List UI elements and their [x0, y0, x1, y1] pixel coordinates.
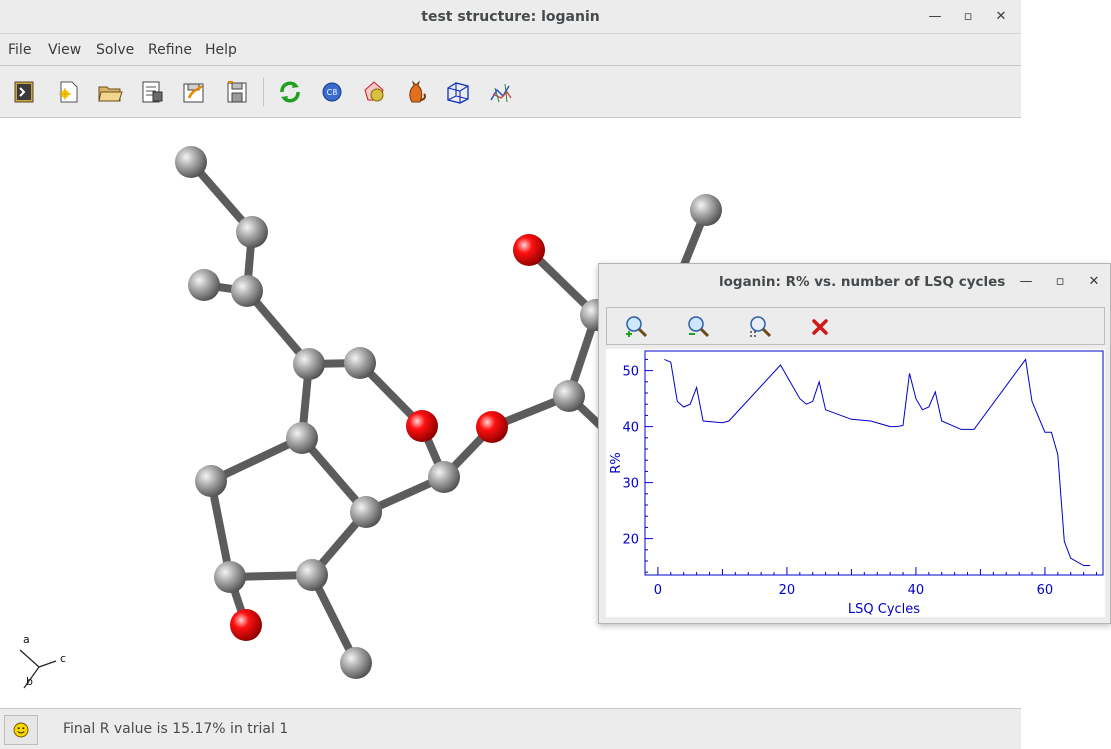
- y-axis-label: R%: [609, 452, 624, 473]
- titlebar: test structure: loganin — ▫ ✕: [0, 0, 1021, 34]
- menu-refine[interactable]: Refine: [148, 42, 192, 58]
- close-red-icon[interactable]: [807, 314, 833, 340]
- menu-view[interactable]: View: [48, 42, 81, 58]
- fragment-icon[interactable]: [487, 78, 515, 106]
- save-as-icon[interactable]: [180, 78, 208, 106]
- menu-help[interactable]: Help: [205, 42, 237, 58]
- x-tick-label: 20: [779, 583, 796, 598]
- grow-icon[interactable]: [360, 78, 388, 106]
- properties-icon[interactable]: [138, 78, 166, 106]
- statusbar: Final R value is 15.17% in trial 1: [0, 708, 1021, 749]
- x-tick-label: 0: [654, 583, 662, 598]
- y-tick-label: 20: [622, 533, 639, 548]
- menu-file[interactable]: File: [8, 42, 31, 58]
- plot-maximize-button[interactable]: ▫: [1051, 273, 1069, 291]
- cat-icon[interactable]: [402, 78, 430, 106]
- axis-label-c: c: [60, 652, 66, 665]
- smiley-icon: [13, 722, 29, 738]
- menubar: File View Solve Refine Help: [0, 34, 1021, 66]
- x-tick-label: 60: [1037, 583, 1054, 598]
- window-title: test structure: loganin: [421, 9, 600, 25]
- r-vs-cycles-chart[interactable]: 0 20 40 60 20 30 40 50 LSQ Cycles R%: [606, 349, 1105, 617]
- toolbar: C8: [0, 66, 1021, 118]
- series-line: [664, 358, 1091, 566]
- plot-window-title: loganin: R% vs. number of LSQ cycles: [719, 274, 1006, 290]
- toolbar-separator: [263, 78, 264, 106]
- open-terminal-icon[interactable]: [11, 78, 39, 106]
- plot-frame: [644, 350, 1104, 576]
- x-axis-label: LSQ Cycles: [848, 602, 920, 617]
- axis-label-b: b: [26, 675, 33, 688]
- new-file-icon[interactable]: [54, 78, 82, 106]
- refresh-icon[interactable]: [276, 78, 304, 106]
- plot-titlebar: loganin: R% vs. number of LSQ cycles — ▫…: [599, 264, 1110, 300]
- close-button[interactable]: ✕: [992, 8, 1010, 26]
- maximize-button[interactable]: ▫: [959, 8, 977, 26]
- menu-solve[interactable]: Solve: [96, 42, 134, 58]
- status-icon-button[interactable]: [4, 715, 38, 745]
- zoom-reset-icon[interactable]: [747, 314, 773, 340]
- plot-close-button[interactable]: ✕: [1085, 273, 1103, 291]
- save-icon[interactable]: [223, 78, 251, 106]
- svg-text:C8: C8: [327, 88, 338, 97]
- cb-icon[interactable]: C8: [318, 78, 346, 106]
- x-tick-label: 40: [908, 583, 925, 598]
- cell-icon[interactable]: [444, 78, 472, 106]
- zoom-in-icon[interactable]: [623, 314, 649, 340]
- status-message: Final R value is 15.17% in trial 1: [63, 721, 289, 737]
- y-tick-label: 30: [622, 477, 639, 492]
- axis-label-a: a: [23, 633, 30, 646]
- open-folder-icon[interactable]: [96, 78, 124, 106]
- minimize-button[interactable]: —: [926, 8, 944, 26]
- plot-area[interactable]: 0 20 40 60 20 30 40 50 LSQ Cycles R%: [606, 349, 1105, 617]
- plot-window: loganin: R% vs. number of LSQ cycles — ▫…: [598, 263, 1111, 624]
- y-tick-label: 40: [622, 421, 639, 436]
- plot-toolbar: [606, 307, 1105, 345]
- y-tick-label: 50: [622, 365, 639, 380]
- plot-minimize-button[interactable]: —: [1017, 273, 1035, 291]
- zoom-out-icon[interactable]: [685, 314, 711, 340]
